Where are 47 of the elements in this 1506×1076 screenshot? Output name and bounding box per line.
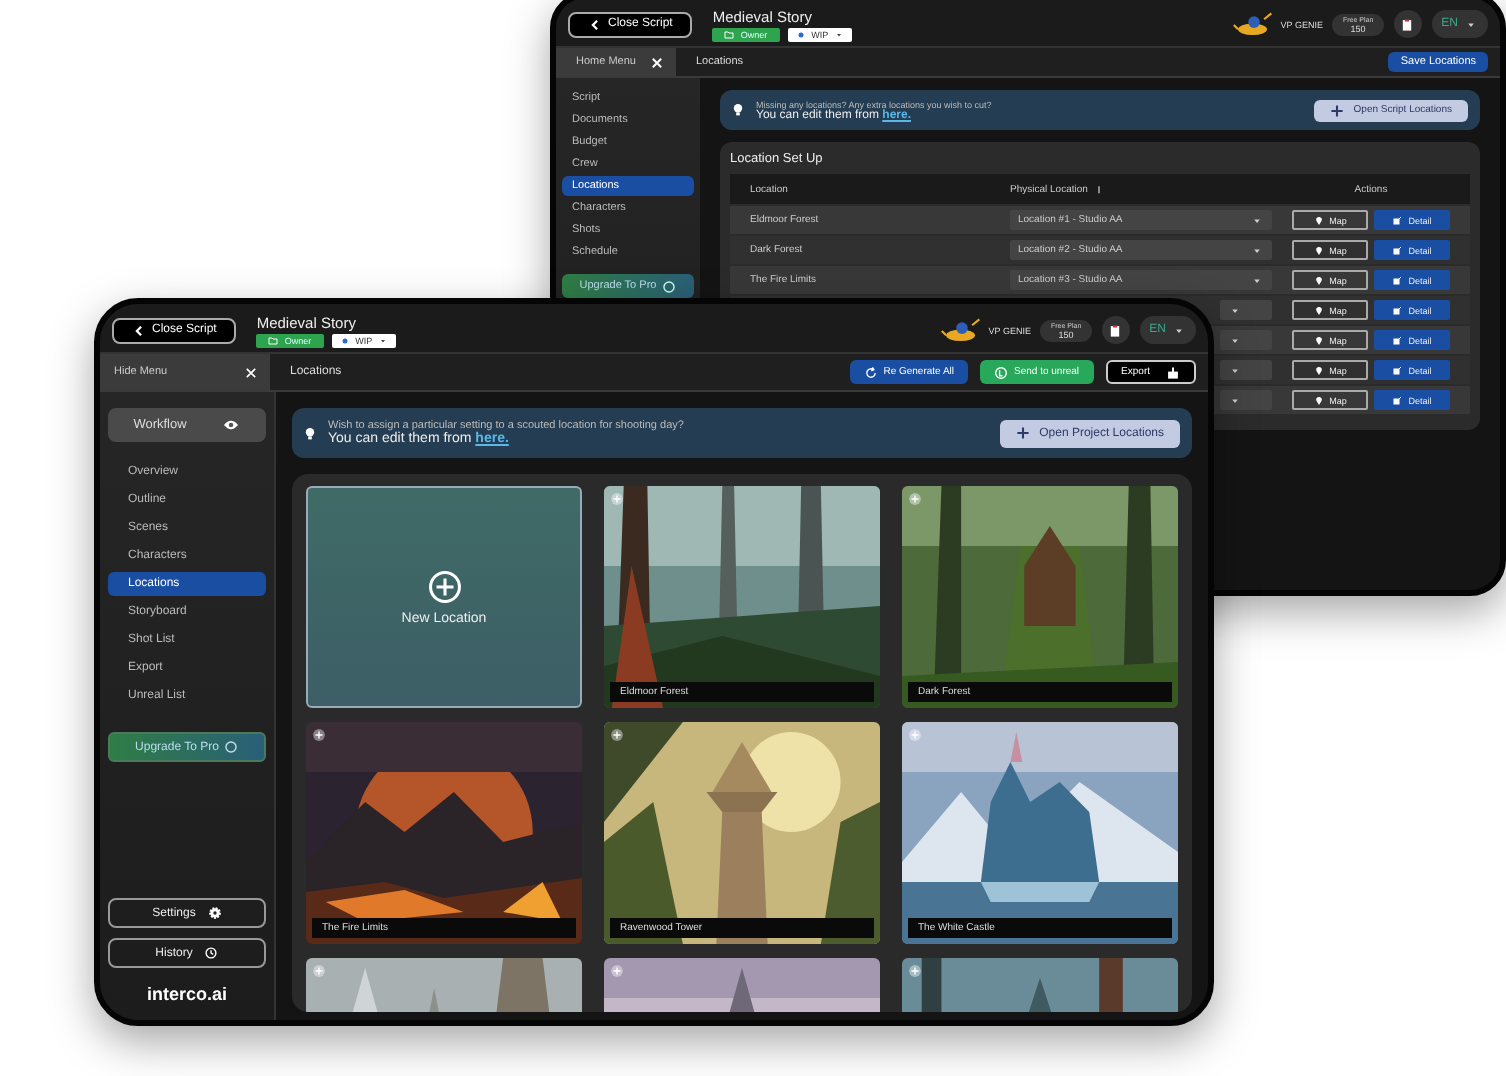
unreal-icon (994, 365, 1009, 379)
edit-icon (1392, 395, 1403, 405)
eye-icon (222, 418, 241, 432)
clipboard-button[interactable] (1393, 10, 1422, 38)
back-icon (588, 17, 602, 31)
clipboard-icon (1108, 323, 1123, 337)
add-icon[interactable] (610, 492, 624, 506)
edit-icon (1392, 245, 1403, 255)
edit-icon (1392, 215, 1403, 225)
export-icon (1166, 365, 1180, 379)
edit-icon (1392, 305, 1403, 315)
pin-icon (1313, 365, 1324, 375)
edit-icon (1392, 335, 1403, 345)
add-icon[interactable] (312, 728, 326, 742)
plus-icon (1329, 103, 1344, 117)
lightbulb-icon (732, 102, 744, 118)
clipboard-button[interactable] (1101, 316, 1130, 344)
pin-icon (1313, 395, 1324, 405)
refresh-icon (863, 365, 878, 379)
pin-icon (1313, 335, 1324, 345)
pro-icon (224, 740, 239, 754)
pin-icon (1313, 245, 1324, 255)
genie-icon (1232, 11, 1277, 37)
status-dot-icon (339, 335, 350, 345)
clipboard-icon (1400, 17, 1415, 31)
back-icon (132, 323, 146, 337)
pin-icon (1313, 215, 1324, 225)
edit-icon (1392, 365, 1403, 375)
pin-icon (1313, 305, 1324, 315)
gear-icon (207, 906, 222, 920)
pin-icon (1313, 275, 1324, 285)
close-icon[interactable] (650, 55, 664, 69)
add-icon[interactable] (610, 728, 624, 742)
close-icon[interactable] (244, 365, 258, 379)
edit-icon (1392, 275, 1403, 285)
pro-icon (662, 279, 677, 293)
logo: interco.ai (146, 984, 227, 1004)
caret-icon (378, 335, 389, 345)
folder-icon (724, 29, 735, 39)
genie-icon (940, 317, 985, 343)
caret-icon (834, 29, 845, 39)
history-icon (204, 946, 219, 960)
add-icon (427, 569, 461, 603)
lightbulb-icon (304, 425, 316, 441)
folder-icon (268, 335, 279, 345)
status-dot-icon (795, 29, 806, 39)
plus-icon (1015, 426, 1030, 440)
